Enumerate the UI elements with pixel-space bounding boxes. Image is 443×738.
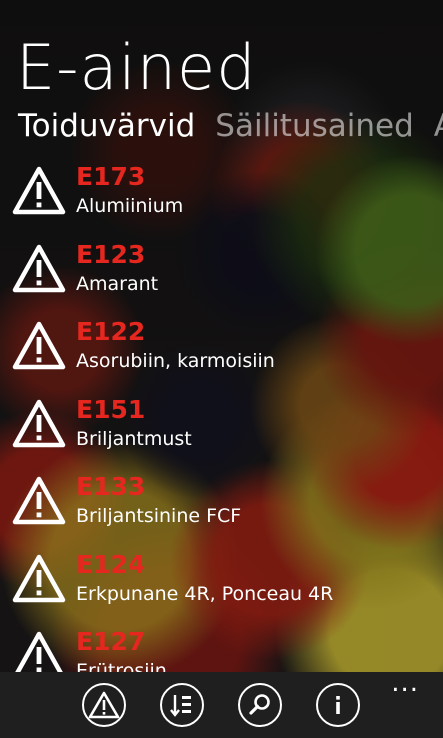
info-icon bbox=[336, 696, 340, 714]
tab-sailitusained[interactable]: Säilitusained bbox=[215, 104, 413, 148]
additive-name: Alumiinium bbox=[76, 195, 184, 217]
additive-code: E123 bbox=[76, 239, 146, 269]
additive-code: E133 bbox=[76, 472, 146, 501]
list-item[interactable]: E127 Erütrosiin bbox=[0, 621, 443, 672]
warning-filter-icon bbox=[88, 691, 120, 719]
warning-triangle-icon bbox=[12, 552, 66, 606]
additive-code: E151 bbox=[76, 394, 146, 424]
app-title: E-ained bbox=[16, 31, 257, 104]
list-item[interactable]: E173 Alumiinium bbox=[0, 156, 443, 234]
additive-list[interactable]: E173 Alumiinium E123 Amarant E122 Asorub… bbox=[0, 156, 443, 672]
additive-name: Briljantmust bbox=[76, 427, 192, 450]
search-button[interactable] bbox=[238, 683, 282, 727]
additive-name: Amarant bbox=[76, 272, 159, 295]
additive-name: Asorubiin, karmoisiin bbox=[76, 350, 275, 372]
sort-button[interactable] bbox=[160, 683, 204, 727]
additive-name: Erütrosiin bbox=[76, 660, 167, 672]
warning-filter-button[interactable] bbox=[82, 683, 126, 727]
tab-toiduvarvid[interactable]: Toiduvärvid bbox=[18, 104, 195, 148]
warning-triangle-icon bbox=[12, 397, 66, 451]
info-button[interactable] bbox=[316, 683, 360, 727]
additive-code: E173 bbox=[76, 162, 146, 191]
warning-triangle-icon bbox=[12, 164, 66, 218]
warning-triangle-icon bbox=[12, 629, 66, 672]
additive-name: Erkpunane 4R, Ponceau 4R bbox=[76, 582, 334, 605]
additive-code: E127 bbox=[76, 627, 146, 656]
list-item[interactable]: E123 Amarant bbox=[0, 234, 443, 312]
more-options-button[interactable]: ... bbox=[391, 670, 419, 696]
warning-triangle-icon bbox=[12, 474, 66, 528]
list-item[interactable]: E124 Erkpunane 4R, Ponceau 4R bbox=[0, 544, 443, 622]
app-bar: ... bbox=[0, 670, 443, 738]
search-icon bbox=[249, 694, 270, 715]
warning-triangle-icon bbox=[12, 242, 66, 296]
additive-code: E122 bbox=[76, 317, 146, 346]
additive-code: E124 bbox=[76, 549, 146, 579]
warning-triangle-icon bbox=[12, 319, 66, 373]
list-item[interactable]: E133 Briljantsinine FCF bbox=[0, 466, 443, 544]
list-item[interactable]: E122 Asorubiin, karmoisiin bbox=[0, 311, 443, 389]
sort-icon bbox=[170, 695, 191, 717]
tab-next-partial[interactable]: A bbox=[434, 104, 443, 148]
additive-name: Briljantsinine FCF bbox=[76, 505, 242, 527]
list-item[interactable]: E151 Briljantmust bbox=[0, 389, 443, 467]
pivot-header: Toiduvärvid Säilitusained A bbox=[18, 104, 443, 148]
